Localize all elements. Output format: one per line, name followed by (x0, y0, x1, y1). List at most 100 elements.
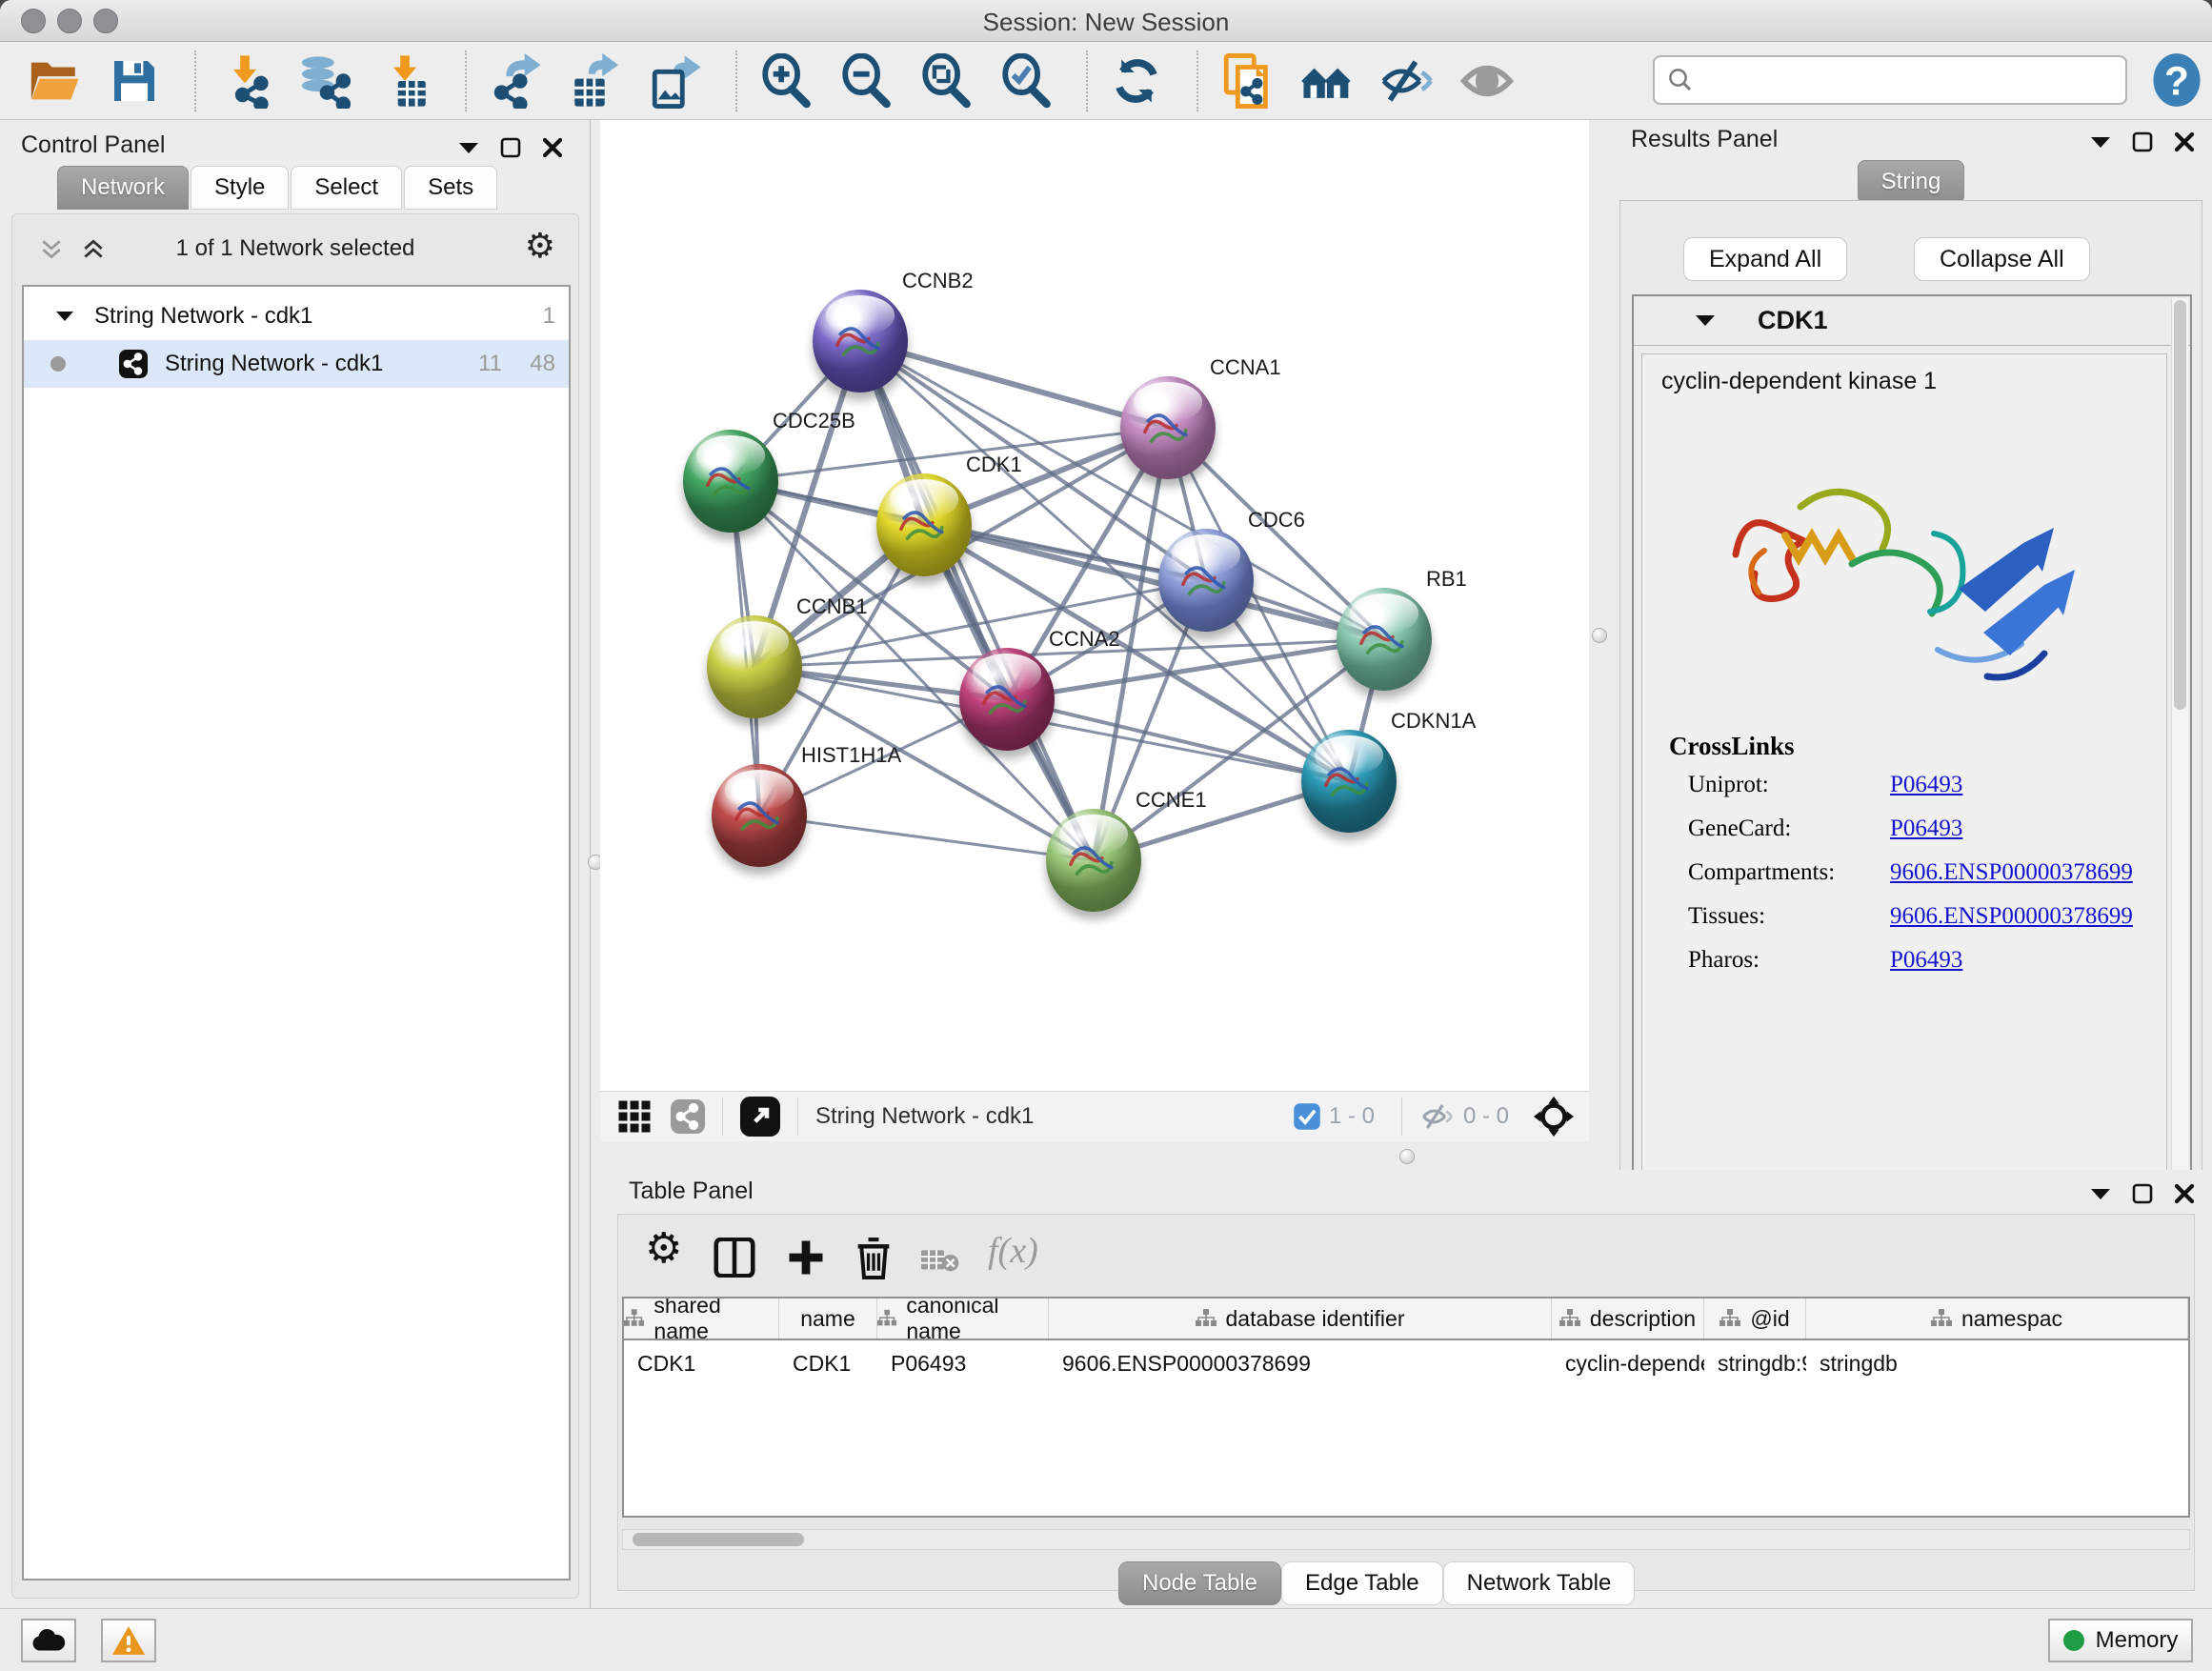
help-button[interactable]: ? (2151, 51, 2204, 109)
delete-column-icon[interactable] (855, 1238, 893, 1279)
tab-node-table[interactable]: Node Table (1118, 1561, 1281, 1605)
table-cell[interactable]: P06493 (877, 1342, 1049, 1384)
close-panel-icon[interactable] (2174, 1183, 2195, 1204)
crosslink-value-link[interactable]: P06493 (1890, 947, 1962, 974)
network-options-gear-icon[interactable]: ⚙ (525, 226, 555, 266)
selected-checkbox-icon[interactable] (1293, 1102, 1321, 1131)
table-cell[interactable]: CDK1 (624, 1342, 779, 1384)
column-header--id[interactable]: @id (1704, 1299, 1806, 1339)
import-network-database-icon[interactable] (297, 53, 352, 109)
search-input[interactable] (1704, 67, 2114, 93)
tab-string[interactable]: String (1858, 160, 1965, 204)
birds-eye-view-icon[interactable] (1532, 1095, 1576, 1138)
network-row-selected[interactable]: String Network - cdk1 11 48 (24, 340, 569, 388)
tab-network[interactable]: Network (57, 166, 189, 210)
tab-style[interactable]: Style (191, 166, 289, 210)
tab-sets[interactable]: Sets (404, 166, 497, 210)
detach-view-icon[interactable] (740, 1097, 780, 1137)
current-network-dot-icon (50, 356, 66, 372)
crosslink-value-link[interactable]: P06493 (1890, 772, 1962, 798)
import-network-icon[interactable] (217, 53, 272, 109)
collapse-section-icon[interactable] (1695, 313, 1716, 327)
panel-menu-icon[interactable] (2090, 1187, 2111, 1200)
network-edge[interactable] (759, 815, 1094, 860)
open-session-icon[interactable] (27, 53, 82, 109)
column-header-description[interactable]: description (1552, 1299, 1704, 1339)
network-node-hist1h1a[interactable] (712, 764, 807, 867)
string-network-icon (119, 350, 148, 378)
network-node-ccnb1[interactable] (707, 615, 802, 718)
zoom-out-icon[interactable] (838, 53, 894, 109)
close-panel-icon[interactable] (542, 137, 563, 158)
apply-layout-icon[interactable] (1109, 53, 1164, 109)
table-horizontal-scrollbar[interactable] (622, 1529, 2190, 1550)
network-collection-row[interactable]: String Network - cdk1 1 (24, 292, 569, 340)
protein-section-header[interactable]: CDK1 (1634, 296, 2190, 346)
crosslink-value-link[interactable]: 9606.ENSP00000378699 (1890, 859, 2133, 886)
memory-button[interactable]: Memory (2048, 1619, 2193, 1662)
search-field[interactable] (1653, 55, 2127, 105)
table-row[interactable]: CDK1CDK1P064939606.ENSP00000378699cyclin… (624, 1342, 2188, 1384)
save-session-icon[interactable] (107, 53, 162, 109)
float-panel-icon[interactable] (2132, 131, 2153, 152)
import-table-icon[interactable] (377, 53, 432, 109)
table-cell[interactable]: 9606.ENSP00000378699 (1049, 1342, 1552, 1384)
collection-expand-icon[interactable] (56, 311, 73, 322)
cloud-status-button[interactable] (21, 1619, 76, 1662)
grid-view-icon[interactable] (617, 1099, 652, 1134)
collapse-all-button[interactable]: Collapse All (1914, 237, 2090, 281)
zoom-in-icon[interactable] (758, 53, 814, 109)
export-network-icon[interactable] (488, 53, 543, 109)
crosslink-value-link[interactable]: P06493 (1890, 815, 1962, 842)
crosslink-value-link[interactable]: 9606.ENSP00000378699 (1890, 903, 2133, 930)
tab-edge-table[interactable]: Edge Table (1281, 1561, 1443, 1605)
zoom-selected-icon[interactable] (998, 53, 1054, 109)
column-header-database-identifier[interactable]: database identifier (1049, 1299, 1552, 1339)
network-node-cdc25b[interactable] (683, 430, 778, 533)
table-scrollbar-thumb[interactable] (633, 1533, 804, 1546)
network-node-ccna1[interactable] (1120, 376, 1216, 479)
results-scrollbar[interactable] (2171, 298, 2188, 1207)
network-edge[interactable] (860, 341, 1094, 860)
table-cell[interactable]: cyclin-dependent ... (1552, 1342, 1704, 1384)
table-options-gear-icon[interactable]: ⚙ (645, 1224, 682, 1273)
network-view-icon[interactable] (671, 1099, 705, 1134)
right-splitter-handle[interactable] (1592, 628, 1607, 643)
network-canvas[interactable]: CCNB2CCNA1CDC25BCDK1CDC6RB1CCNB1CCNA2CDK… (600, 120, 1589, 1091)
results-scrollbar-thumb[interactable] (2174, 300, 2186, 710)
close-panel-icon[interactable] (2174, 131, 2195, 152)
network-node-ccnb2[interactable] (813, 290, 908, 393)
column-header-name[interactable]: name (779, 1299, 877, 1339)
string-results-container: Expand All Collapse All CDK1 cyclin-depe… (1619, 200, 2202, 1221)
bottom-splitter-handle[interactable] (1399, 1149, 1415, 1164)
show-all-houses-icon[interactable] (1299, 53, 1355, 109)
expand-all-button[interactable]: Expand All (1683, 237, 1847, 281)
network-node-cdk1[interactable] (876, 473, 972, 576)
panel-menu-icon[interactable] (2090, 135, 2111, 149)
network-node-ccne1[interactable] (1046, 809, 1141, 912)
hide-selected-eye-icon[interactable] (1379, 53, 1435, 109)
float-panel-icon[interactable] (500, 137, 521, 158)
column-header-shared-name[interactable]: shared name (624, 1299, 779, 1339)
table-cell[interactable]: CDK1 (779, 1342, 877, 1384)
clone-network-icon[interactable] (1219, 53, 1275, 109)
network-node-rb1[interactable] (1337, 588, 1432, 691)
network-node-ccna2[interactable] (959, 648, 1055, 751)
tab-network-table[interactable]: Network Table (1443, 1561, 1636, 1605)
show-columns-icon[interactable] (714, 1238, 755, 1278)
show-hidden-eye-icon[interactable] (1459, 53, 1515, 109)
network-node-cdc6[interactable] (1158, 529, 1254, 632)
column-header-canonical-name[interactable]: canonical name (877, 1299, 1049, 1339)
network-node-cdkn1a[interactable] (1301, 730, 1397, 833)
column-header-namespac[interactable]: namespac (1806, 1299, 2188, 1339)
tab-select[interactable]: Select (291, 166, 402, 210)
export-image-icon[interactable] (648, 53, 703, 109)
warnings-button[interactable] (101, 1619, 156, 1662)
export-table-icon[interactable] (568, 53, 623, 109)
create-column-icon[interactable] (786, 1238, 826, 1278)
panel-menu-icon[interactable] (458, 141, 479, 154)
zoom-fit-icon[interactable] (918, 53, 974, 109)
table-cell[interactable]: stringdb:9... (1704, 1342, 1806, 1384)
table-cell[interactable]: stringdb (1806, 1342, 2188, 1384)
float-panel-icon[interactable] (2132, 1183, 2153, 1204)
